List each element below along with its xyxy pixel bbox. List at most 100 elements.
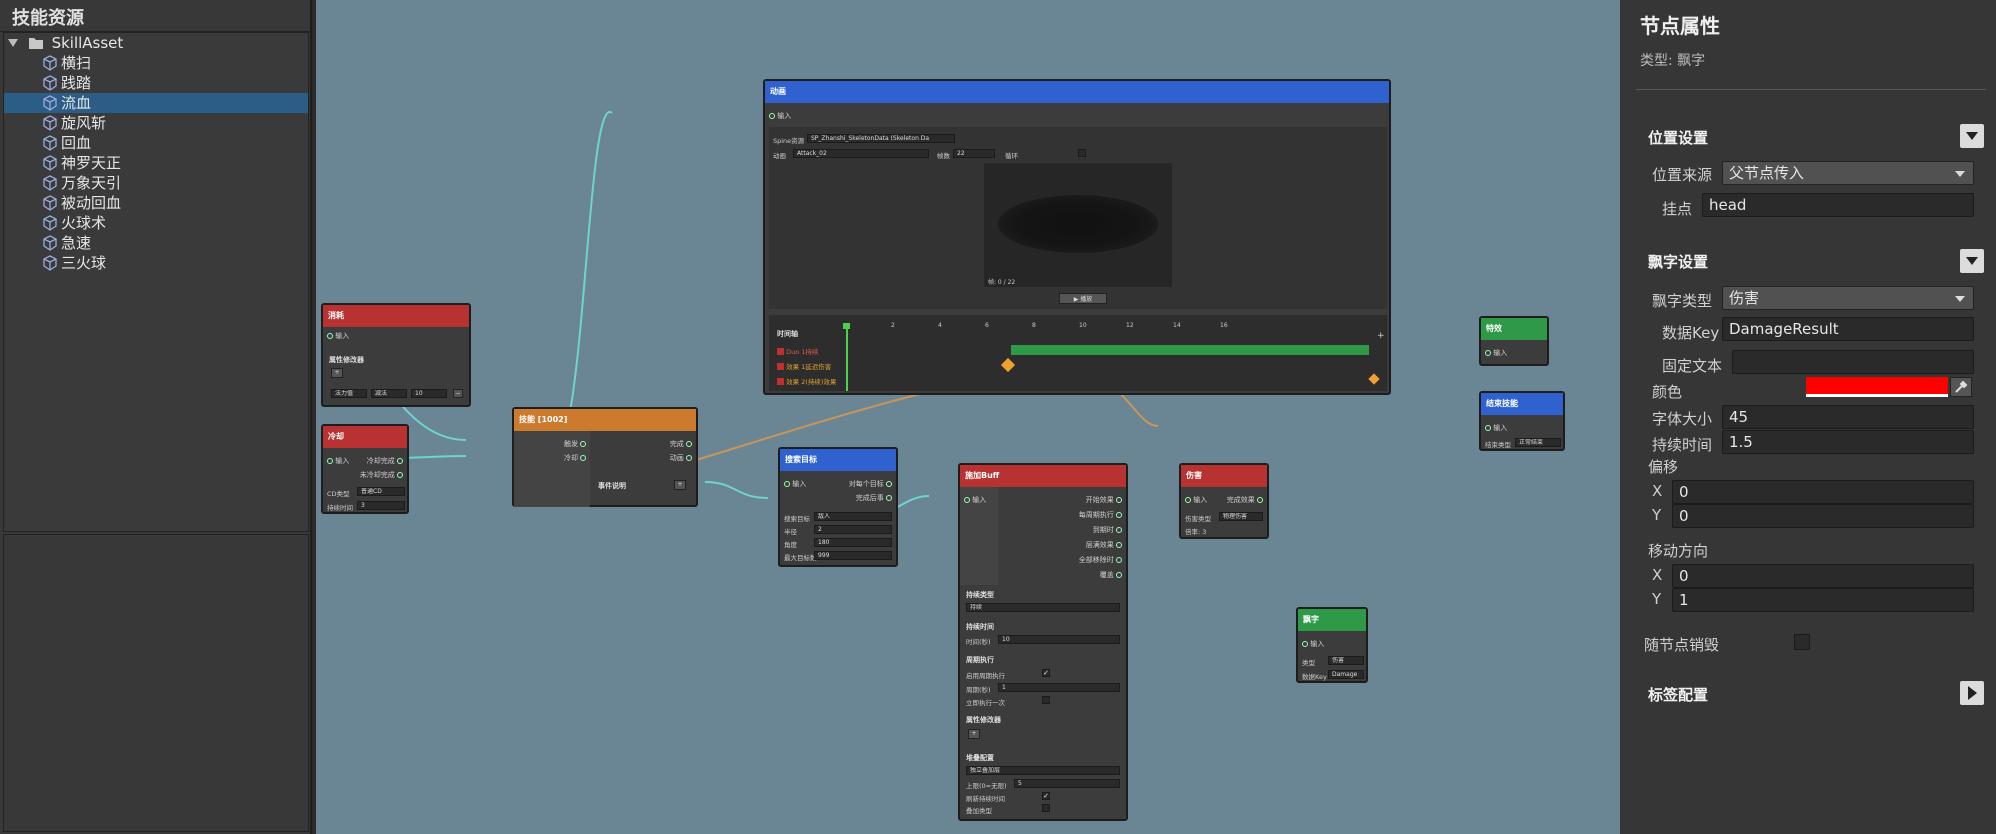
float-type-select[interactable]: 伤害 <box>1328 656 1364 665</box>
attr-select[interactable]: 法力值 <box>331 389 367 398</box>
offset-x-field[interactable]: 0 <box>1672 480 1974 504</box>
op-select[interactable]: 减法 <box>371 389 407 398</box>
tree-item[interactable]: 被动回血 <box>4 193 308 213</box>
duration-field[interactable]: 10 <box>998 635 1120 644</box>
tree-item[interactable]: 万象天引 <box>4 173 308 193</box>
periodic-checkbox[interactable]: ✓ <box>1042 669 1050 677</box>
playhead[interactable] <box>846 325 848 391</box>
input-port[interactable]: 输入 <box>964 495 986 505</box>
event-add-button[interactable]: + <box>674 480 686 490</box>
animation-node[interactable]: 动画 输入 Spine资源 SP_Zhanshi_SkeletonData (S… <box>763 79 1391 395</box>
mount-point-field[interactable]: head <box>1702 193 1974 217</box>
timeline-add-icon[interactable]: + <box>1377 331 1385 341</box>
output-port[interactable]: 未冷却完成 <box>360 470 403 480</box>
cd-type-select[interactable]: 普通CD <box>357 487 405 496</box>
output-port[interactable]: 完成效果 <box>1227 495 1263 505</box>
expand-arrow-icon[interactable] <box>8 39 18 47</box>
data-key-field[interactable]: DamageResult <box>1722 317 1974 341</box>
input-port[interactable]: 输入 <box>327 331 349 341</box>
stack-type-select[interactable]: 独立叠加层 <box>966 766 1120 775</box>
tree-item[interactable]: 回血 <box>4 133 308 153</box>
tree-item[interactable]: 急速 <box>4 233 308 253</box>
value-field[interactable]: 10 <box>411 389 447 398</box>
skill-node[interactable]: 技能 [1002] 触发 冷却 完成 动画 事件说明 + <box>512 407 698 507</box>
remove-button[interactable]: − <box>453 389 463 398</box>
input-port[interactable]: 输入 <box>1302 639 1324 649</box>
play-button[interactable]: ▶ 播放 <box>1059 293 1107 304</box>
search-target-node[interactable]: 搜索目标 输入 对每个目标 完成后事 搜索目标 敌人 半径 2 角度 180 最… <box>778 447 898 567</box>
output-port[interactable]: 全部移除时 <box>1079 555 1122 565</box>
damage-node[interactable]: 伤害 输入 完成效果 伤害类型 物理伤害 倍率: 3 <box>1179 463 1269 539</box>
radius-field[interactable]: 2 <box>814 525 892 534</box>
stack-type-checkbox[interactable] <box>1042 804 1050 812</box>
eyedropper-icon[interactable] <box>1950 377 1972 397</box>
period-field[interactable]: 1 <box>998 683 1120 692</box>
tree-item[interactable]: 神罗天正 <box>4 153 308 173</box>
animation-select[interactable]: Attack_02 <box>793 149 929 158</box>
float-type-select[interactable]: 伤害 <box>1722 286 1974 310</box>
track-bar[interactable] <box>1011 345 1369 355</box>
refresh-duration-checkbox[interactable]: ✓ <box>1042 792 1050 800</box>
target-select[interactable]: 敌人 <box>814 512 892 521</box>
damage-type-select[interactable]: 物理伤害 <box>1219 512 1263 521</box>
input-port[interactable]: 触发 <box>564 439 587 449</box>
collapse-toggle-icon[interactable] <box>1960 124 1984 148</box>
input-port[interactable]: 输入 <box>1185 495 1207 505</box>
output-port[interactable]: 开始效果 <box>1086 495 1122 505</box>
end-type-select[interactable]: 正常结束 <box>1515 438 1561 447</box>
output-port[interactable]: 完成 <box>670 439 692 449</box>
output-port[interactable]: 动画 <box>670 453 692 463</box>
output-port[interactable]: 到期时 <box>1093 525 1122 535</box>
output-port[interactable]: 覆盖 <box>1100 570 1122 580</box>
duration-field[interactable]: 3 <box>357 501 405 510</box>
data-key-field[interactable]: Damage <box>1328 670 1364 679</box>
duration-field[interactable]: 1.5 <box>1722 430 1974 454</box>
offset-y-field[interactable]: 0 <box>1672 504 1974 528</box>
node-graph-canvas[interactable]: 消耗 输入 属性修改器 + 法力值 减法 10 − 冷却 输入 冷却完成 未冷却… <box>316 0 1620 834</box>
input-port[interactable]: 输入 <box>784 479 806 489</box>
tree-item[interactable]: 横扫 <box>4 53 308 73</box>
font-size-field[interactable]: 45 <box>1722 405 1974 429</box>
destroy-with-node-checkbox[interactable] <box>1794 634 1810 650</box>
fixed-text-field[interactable] <box>1732 350 1974 374</box>
output-port[interactable]: 冷却完成 <box>367 456 403 466</box>
input-port[interactable]: 冷却 <box>564 453 587 463</box>
end-skill-node[interactable]: 结束技能 输入 结束类型 正常结束 <box>1479 391 1565 451</box>
duration-type-select[interactable]: 持续 <box>966 603 1120 612</box>
output-port[interactable]: 每周期执行 <box>1079 510 1122 520</box>
playhead-knob[interactable] <box>843 323 850 329</box>
expand-toggle-icon[interactable] <box>1960 681 1984 705</box>
add-button[interactable]: + <box>331 368 343 378</box>
angle-field[interactable]: 180 <box>814 538 892 547</box>
color-swatch[interactable] <box>1806 377 1948 397</box>
float-text-node[interactable]: 飘字 输入 类型 伤害 数据Key Damage <box>1296 607 1368 683</box>
exec-once-checkbox[interactable] <box>1042 696 1050 704</box>
max-targets-field[interactable]: 999 <box>814 551 892 560</box>
tree-item[interactable]: 旋风斩 <box>4 113 308 133</box>
tree-item[interactable]: 火球术 <box>4 213 308 233</box>
apply-buff-node[interactable]: 施加Buff 输入 开始效果 每周期执行 到期时 层满效果 全部移除时 覆盖 持… <box>958 463 1128 821</box>
tree-item[interactable]: 三火球 <box>4 253 308 273</box>
stack-limit-field[interactable]: 5 <box>1014 779 1120 788</box>
tree-root[interactable]: SkillAsset <box>4 33 308 53</box>
add-modifier-button[interactable]: + <box>968 729 980 739</box>
consume-node[interactable]: 消耗 输入 属性修改器 + 法力值 减法 10 − <box>321 303 471 407</box>
tree-item[interactable]: 流血 <box>4 93 308 113</box>
position-source-select[interactable]: 父节点传入 <box>1722 161 1974 185</box>
cooldown-node[interactable]: 冷却 输入 冷却完成 未冷却完成 CD类型 普通CD 持续时间 3 <box>321 424 409 514</box>
input-port[interactable]: 输入 <box>327 456 349 466</box>
spine-asset-field[interactable]: SP_Zhanshi_SkeletonData (Skeleton Da <box>807 134 955 143</box>
direction-y-field[interactable]: 1 <box>1672 588 1974 612</box>
loop-checkbox[interactable] <box>1078 149 1086 157</box>
output-port[interactable]: 层满效果 <box>1086 540 1122 550</box>
tree-item[interactable]: 践踏 <box>4 73 308 93</box>
input-port[interactable]: 输入 <box>769 111 791 121</box>
collapse-toggle-icon[interactable] <box>1960 249 1984 273</box>
frames-field[interactable]: 22 <box>953 149 995 158</box>
output-port[interactable]: 对每个目标 <box>849 479 892 489</box>
direction-x-field[interactable]: 0 <box>1672 564 1974 588</box>
output-port[interactable]: 完成后事 <box>856 493 892 503</box>
input-port[interactable]: 输入 <box>1485 348 1507 358</box>
input-port[interactable]: 输入 <box>1485 423 1507 433</box>
fx-node[interactable]: 特效 输入 <box>1479 316 1549 366</box>
